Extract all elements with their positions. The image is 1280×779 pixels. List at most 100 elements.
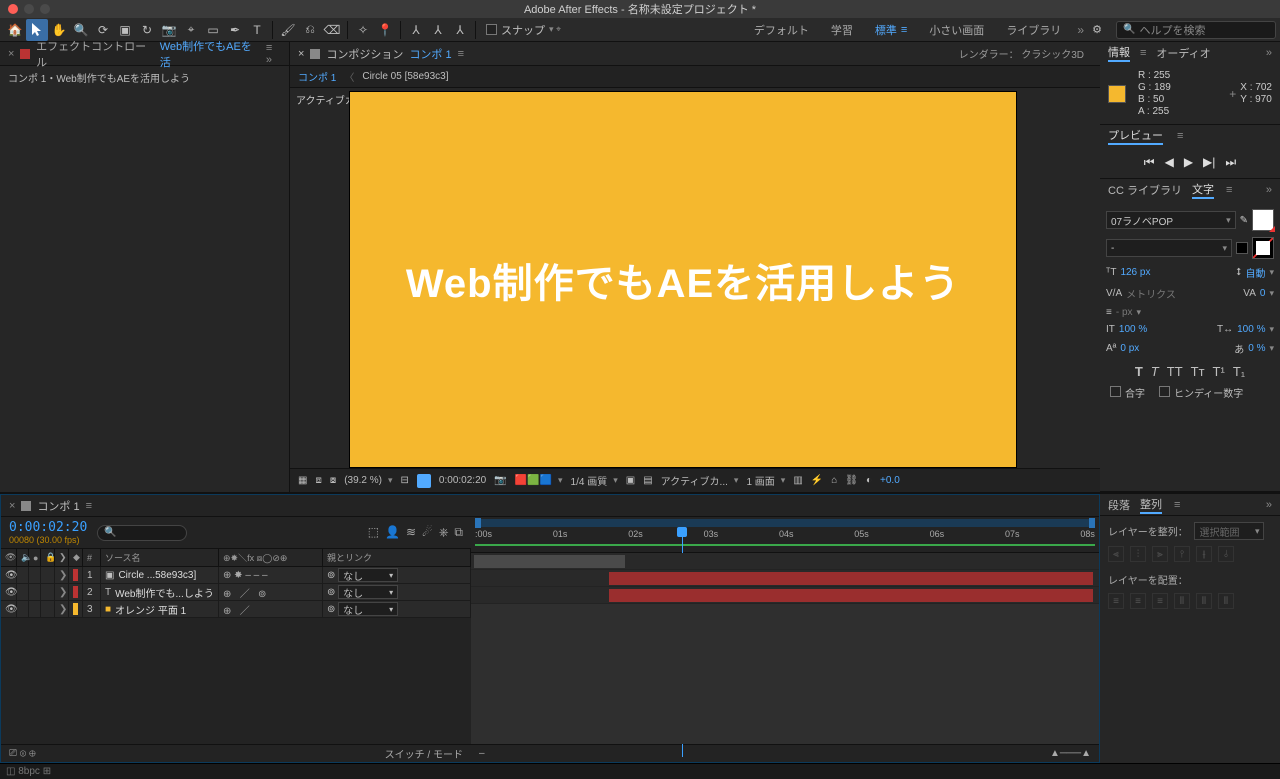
hindi-checkbox[interactable]: ヒンディー数字 bbox=[1159, 385, 1243, 400]
tab-cclib[interactable]: CC ライブラリ bbox=[1108, 182, 1182, 198]
tsume-input[interactable]: 0 % bbox=[1248, 343, 1265, 354]
comp-panel-tab[interactable]: × コンポジション コンポ 1 ≡ レンダラー： クラシック3D bbox=[290, 42, 1100, 66]
fill-color-icon[interactable] bbox=[1252, 209, 1274, 231]
layer-search-input[interactable]: 🔍 bbox=[97, 525, 187, 541]
faux-italic-icon[interactable]: T bbox=[1151, 364, 1159, 379]
baseline-input[interactable]: 0 px bbox=[1120, 343, 1139, 354]
twirl-icon[interactable]: ❯ bbox=[55, 601, 69, 617]
tab-align[interactable]: 整列 bbox=[1140, 496, 1162, 514]
close-tab-icon[interactable]: × bbox=[9, 500, 15, 512]
panel-overflow-icon[interactable]: » bbox=[1266, 499, 1272, 511]
faux-bold-icon[interactable]: T bbox=[1135, 364, 1143, 379]
vscale-input[interactable]: 100 % bbox=[1119, 324, 1147, 335]
ligature-checkbox[interactable]: 合字 bbox=[1110, 385, 1145, 400]
parent-pickwhip-icon[interactable]: ⊚ bbox=[327, 570, 335, 581]
motion-blur-icon[interactable]: ☄ bbox=[422, 525, 433, 540]
mask-toggle-icon[interactable]: ⧇ bbox=[330, 475, 336, 486]
roi-icon[interactable]: ▣ bbox=[626, 475, 635, 486]
track-row[interactable] bbox=[471, 587, 1099, 604]
effect-panel-tab[interactable]: × エフェクトコントロール Web制作でもAEを活 ≡ » bbox=[0, 42, 289, 66]
guide-toggle-icon[interactable]: ⧈ bbox=[315, 475, 321, 486]
eyedropper-icon[interactable]: ✎ bbox=[1240, 215, 1248, 226]
align-hcenter-icon[interactable]: ⫶ bbox=[1130, 546, 1146, 562]
dist-hcenter-icon[interactable]: ⦀ bbox=[1196, 593, 1212, 609]
subscript-icon[interactable]: T₁ bbox=[1233, 364, 1245, 379]
home-icon[interactable]: 🏠 bbox=[4, 19, 26, 41]
brush-tool-icon[interactable]: 🖌 bbox=[277, 19, 299, 41]
current-timecode[interactable]: 0:00:02:20 bbox=[9, 520, 87, 535]
timeline-tab[interactable]: × コンポ 1 ≡ bbox=[1, 495, 1099, 517]
crumb-layer[interactable]: Circle 05 [58e93c3] bbox=[362, 71, 448, 82]
comp-mini-flow-icon[interactable]: ⬚ bbox=[368, 525, 379, 540]
snap-checkbox[interactable]: スナップ ▾ ⌖ bbox=[486, 22, 561, 38]
first-frame-icon[interactable]: ⏮ bbox=[1144, 155, 1155, 170]
font-style-dropdown[interactable]: - bbox=[1106, 239, 1232, 257]
last-frame-icon[interactable]: ⏭ bbox=[1225, 155, 1236, 170]
kerning-value[interactable]: メトリクス bbox=[1126, 286, 1176, 301]
next-frame-icon[interactable]: ▶| bbox=[1203, 155, 1215, 170]
renderer-row[interactable]: レンダラー： クラシック3D bbox=[959, 46, 1092, 61]
footer-timecode[interactable]: 0:00:02:20 bbox=[439, 475, 486, 486]
toggle-switches-icon[interactable]: ⎚ ⊚ ⊕ bbox=[9, 748, 36, 759]
hscale-input[interactable]: 100 % bbox=[1237, 324, 1265, 335]
dist-vcenter-icon[interactable]: ≡ bbox=[1130, 593, 1146, 609]
ws-settings-icon[interactable]: ⚙ bbox=[1086, 19, 1108, 41]
transparency-icon[interactable]: ▤ bbox=[643, 475, 652, 486]
parent-pickwhip-icon[interactable]: ⊚ bbox=[327, 587, 335, 598]
graph-editor-icon[interactable]: ⎈ bbox=[439, 525, 449, 540]
stroke-color-icon[interactable] bbox=[1252, 237, 1274, 259]
viewer-area[interactable]: アクティブカメラ Web制作でもAEを活用しよう bbox=[290, 88, 1100, 468]
composition-canvas[interactable]: Web制作でもAEを活用しよう bbox=[350, 92, 1016, 467]
fast-preview-icon[interactable]: ⚡ bbox=[811, 475, 823, 486]
close-tab-icon[interactable]: × bbox=[298, 48, 304, 60]
playhead[interactable] bbox=[677, 527, 687, 537]
font-size-input[interactable]: 126 px bbox=[1120, 267, 1150, 278]
exposure-reset-icon[interactable]: ◐ bbox=[866, 475, 872, 486]
mask-visibility-icon[interactable] bbox=[417, 474, 431, 488]
ws-tab-default[interactable]: デフォルト bbox=[744, 18, 819, 42]
dist-left-icon[interactable]: ⦀ bbox=[1174, 593, 1190, 609]
roto-tool-icon[interactable]: ✧ bbox=[352, 19, 374, 41]
superscript-icon[interactable]: T¹ bbox=[1213, 364, 1225, 379]
res-half-icon[interactable]: ⊟ bbox=[401, 475, 409, 486]
exposure-value[interactable]: +0.0 bbox=[880, 475, 900, 486]
status-icon[interactable]: ◫ 8bpc ⊞ bbox=[6, 766, 51, 777]
timeline-tracks[interactable]: :00s01s02s03s04s05s06s07s08s bbox=[471, 517, 1099, 762]
switches-mode-toggle[interactable]: スイッチ / モード bbox=[385, 746, 463, 761]
leading-input[interactable]: 自動 bbox=[1245, 265, 1265, 280]
zoom-out-icon[interactable]: – bbox=[479, 748, 485, 759]
shy-toggle-icon[interactable]: 👤 bbox=[385, 525, 400, 540]
play-icon[interactable]: ▶ bbox=[1184, 155, 1193, 170]
quality-dropdown[interactable]: 1/4 画質 bbox=[571, 473, 618, 488]
help-search-input[interactable]: ヘルプを検索 bbox=[1116, 21, 1276, 39]
layer-color-icon[interactable] bbox=[73, 569, 78, 581]
channel-dropdown[interactable]: 🟥🟩🟦 bbox=[515, 475, 563, 486]
zoom-dropdown[interactable]: (39.2 %) bbox=[344, 475, 392, 486]
align-top-icon[interactable]: ⫯ bbox=[1174, 546, 1190, 562]
tab-audio[interactable]: オーディオ bbox=[1156, 45, 1210, 61]
align-to-dropdown[interactable]: 選択範囲 bbox=[1194, 522, 1264, 540]
ws-tab-learn[interactable]: 学習 bbox=[821, 18, 863, 42]
tab-character[interactable]: 文字 bbox=[1192, 181, 1214, 199]
axis-view-icon[interactable]: ⅄ bbox=[449, 19, 471, 41]
twirl-icon[interactable]: ❯ bbox=[55, 584, 69, 600]
frame-blend-icon[interactable]: ≋ bbox=[406, 525, 416, 540]
crumb-comp[interactable]: コンポ 1 bbox=[298, 69, 336, 84]
puppet-tool-icon[interactable]: 📍 bbox=[374, 19, 396, 41]
effect-panel-layer-link[interactable]: Web制作でもAEを活 bbox=[160, 38, 260, 70]
stroke-swatch-icon[interactable] bbox=[1236, 242, 1248, 254]
align-bottom-icon[interactable]: ⫰ bbox=[1218, 546, 1234, 562]
tab-info[interactable]: 情報 bbox=[1108, 44, 1130, 62]
3d-view-icon[interactable]: ⌂ bbox=[831, 475, 837, 486]
close-tab-icon[interactable]: × bbox=[8, 48, 14, 60]
view-dropdown[interactable]: 1 画面 bbox=[746, 473, 785, 488]
dist-top-icon[interactable]: ≡ bbox=[1108, 593, 1124, 609]
layer-row[interactable]: 👁 ❯ 1 ▣Circle ...58e93c3] ⊕ ✸ – – – ⊚ なし bbox=[1, 567, 471, 584]
track-row[interactable] bbox=[471, 553, 1099, 570]
axis-local-icon[interactable]: ⅄ bbox=[405, 19, 427, 41]
flowchart-icon[interactable]: ⛓ bbox=[845, 475, 858, 486]
tab-paragraph[interactable]: 段落 bbox=[1108, 497, 1130, 513]
align-vcenter-icon[interactable]: ⫲ bbox=[1196, 546, 1212, 562]
zoom-slider-icon[interactable]: ▲───▲ bbox=[1050, 748, 1091, 759]
eraser-tool-icon[interactable]: ⌫ bbox=[321, 19, 343, 41]
